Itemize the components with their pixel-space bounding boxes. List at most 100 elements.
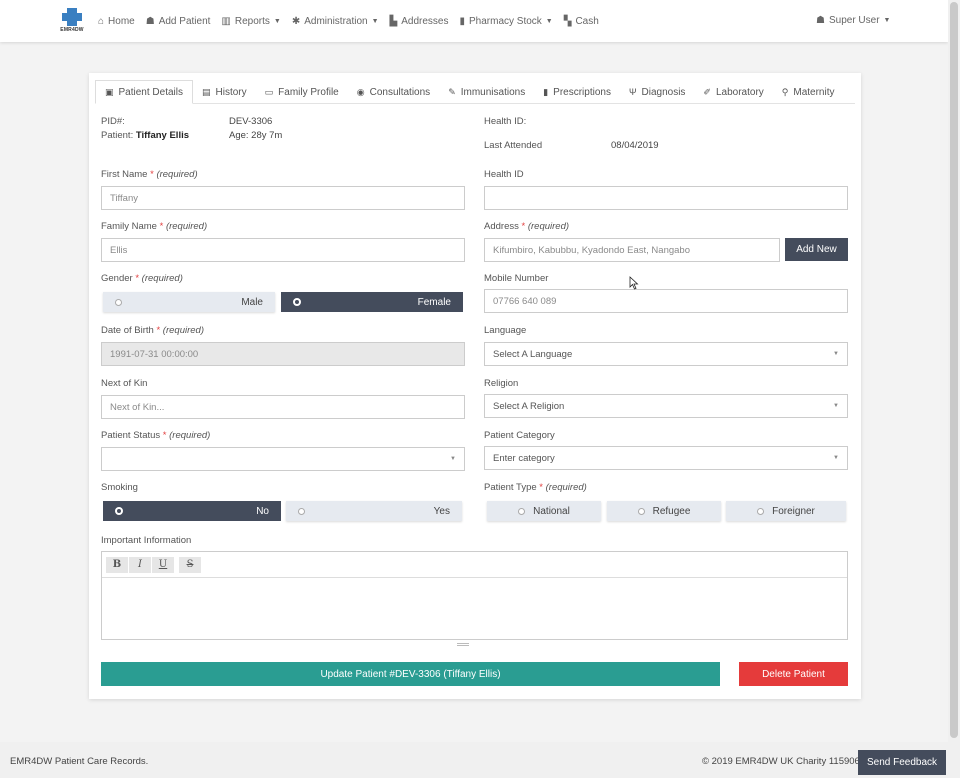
cash-icon: ▚ <box>563 15 572 27</box>
next-of-kin-field[interactable]: Next of Kin... <box>101 395 465 419</box>
patient-card: ▣ Patient Details ▤ History ▭ Family Profile ◉… <box>89 73 861 699</box>
patient-label: Patient: Tiffany Ellis <box>101 130 190 141</box>
religion-select[interactable]: Select A Religion ▼ <box>484 394 848 418</box>
tab-icon: ✐ <box>703 86 711 97</box>
smoking-yes-radio[interactable]: Yes <box>286 501 462 521</box>
tab-label: History <box>215 86 247 98</box>
tab-family-profile[interactable]: ▭ Family Profile <box>256 80 348 104</box>
brand-logo[interactable]: EMR4DW <box>58 8 86 34</box>
tab-diagnosis[interactable]: Ψ Diagnosis <box>620 80 694 104</box>
family-name-label: Family Name * (required) <box>101 221 208 232</box>
user-name: Super User <box>828 15 880 26</box>
tab-icon: ▭ <box>264 86 274 97</box>
nav-item-label: Pharmacy Stock <box>468 15 542 27</box>
address-label: Address * (required) <box>484 221 570 232</box>
footer-copyright: © 2019 EMR4DW UK Charity 1159060 <box>702 756 866 767</box>
gender-male-radio[interactable]: Male <box>103 292 275 312</box>
update-patient-button[interactable]: Update Patient #DEV-3306 (Tiffany Ellis) <box>101 662 720 686</box>
first-name-label: First Name * (required) <box>101 169 198 180</box>
delete-patient-button[interactable]: Delete Patient <box>739 662 848 686</box>
nav-menu: ⌂ Home ☗ Add Patient ▥ Reports ▼ ✱ Administratio… <box>98 0 610 42</box>
resize-handle[interactable] <box>457 643 469 646</box>
mouse-cursor-icon <box>629 276 639 290</box>
scrollbar-thumb[interactable] <box>950 2 958 738</box>
user-menu[interactable]: ☗ Super User ▼ <box>816 15 890 26</box>
tab-label: Family Profile <box>278 86 339 98</box>
important-info-editor[interactable]: B I U S <box>101 551 848 640</box>
pid-value: DEV-3306 <box>229 116 273 127</box>
chevron-down-icon: ▼ <box>833 351 839 357</box>
tab-immunisations[interactable]: ✎ Immunisations <box>439 80 534 104</box>
nav-item-addresses[interactable]: ▙ Addresses <box>390 16 449 27</box>
nav-item-reports[interactable]: ▥ Reports ▼ <box>221 16 280 27</box>
nav-item-label: Cash <box>575 15 599 27</box>
tab-consultations[interactable]: ◉ Consultations <box>348 80 439 104</box>
patient-age: Age: 28y 7m <box>229 130 283 141</box>
page-scrollbar[interactable] <box>948 0 960 778</box>
family-name-field[interactable]: Ellis <box>101 238 465 262</box>
chevron-down-icon: ▼ <box>273 17 281 25</box>
bold-button[interactable]: B <box>106 556 128 573</box>
dob-field[interactable]: 1991-07-31 00:00:00 <box>101 342 465 366</box>
smoking-no-radio[interactable]: No <box>103 501 281 521</box>
health-id-field[interactable] <box>484 186 848 210</box>
patient-name: Tiffany Ellis <box>135 130 190 141</box>
mobile-label: Mobile Number <box>484 273 549 284</box>
add-address-button[interactable]: Add New <box>785 238 848 261</box>
tab-label: Diagnosis <box>641 86 686 98</box>
patient-type-national-radio[interactable]: National <box>487 501 601 521</box>
patient-category-select[interactable]: Enter category ▼ <box>484 446 848 470</box>
patient-status-select[interactable]: ▼ <box>101 447 465 471</box>
language-select[interactable]: Select A Language ▼ <box>484 342 848 366</box>
nav-item-cash[interactable]: ▚ Cash <box>564 16 599 27</box>
tab-history[interactable]: ▤ History <box>193 80 256 104</box>
tab-icon: ▤ <box>202 86 211 97</box>
patient-type-foreigner-radio[interactable]: Foreigner <box>726 501 846 521</box>
home-icon: ⌂ <box>98 15 105 27</box>
smoking-label: Smoking <box>101 482 138 493</box>
first-name-field[interactable]: Tiffany <box>101 186 465 210</box>
patient-status-label: Patient Status * (required) <box>101 430 211 441</box>
nav-item-pharmacy-stock[interactable]: ▮ Pharmacy Stock ▼ <box>459 16 552 27</box>
tab-icon: ✎ <box>448 86 456 97</box>
user-icon: ☗ <box>816 15 825 26</box>
nav-item-label: Reports <box>234 15 270 27</box>
strikethrough-button[interactable]: S <box>179 556 201 573</box>
last-attended-label: Last Attended <box>484 140 543 151</box>
map-icon: ▙ <box>389 15 398 27</box>
gear-icon: ✱ <box>291 15 301 27</box>
religion-label: Religion <box>484 378 519 389</box>
tab-label: Prescriptions <box>553 86 611 98</box>
tab-prescriptions[interactable]: ▮ Prescriptions <box>534 80 620 104</box>
chevron-down-icon: ▼ <box>450 456 456 462</box>
chevron-down-icon: ▼ <box>833 403 839 409</box>
patient-type-refugee-radio[interactable]: Refugee <box>607 501 721 521</box>
nav-item-administration[interactable]: ✱ Administration ▼ <box>292 16 379 27</box>
italic-button[interactable]: I <box>129 556 151 573</box>
underline-button[interactable]: U <box>152 556 174 573</box>
tab-icon: ◉ <box>356 86 365 97</box>
footer-left-text: EMR4DW Patient Care Records. <box>10 756 149 767</box>
chart-icon: ▥ <box>221 15 231 27</box>
next-of-kin-label: Next of Kin <box>101 378 148 389</box>
tab-label: Maternity <box>793 86 835 98</box>
tab-icon: ▮ <box>543 86 549 97</box>
chevron-down-icon: ▼ <box>371 17 379 25</box>
address-field[interactable]: Kifumbiro, Kabubbu, Kyadondo East, Nanga… <box>484 238 780 262</box>
nav-item-home[interactable]: ⌂ Home <box>98 16 135 27</box>
nav-item-label: Home <box>108 15 135 27</box>
tab-label: Consultations <box>369 86 431 98</box>
tab-label: Patient Details <box>118 86 183 98</box>
tab-maternity[interactable]: ⚲ Maternity <box>773 80 844 104</box>
send-feedback-button[interactable]: Send Feedback <box>858 750 946 775</box>
tab-icon: ▣ <box>105 86 114 97</box>
nav-item-add-patient[interactable]: ☗ Add Patient <box>146 16 211 27</box>
mobile-field[interactable]: 07766 640 089 <box>484 289 848 313</box>
last-attended-value: 08/04/2019 <box>611 140 659 151</box>
health-id-label: Health ID <box>484 169 524 180</box>
tab-patient-details[interactable]: ▣ Patient Details <box>95 80 193 104</box>
patient-category-label: Patient Category <box>484 430 555 441</box>
gender-female-radio[interactable]: Female <box>281 292 463 312</box>
nav-item-label: Add Patient <box>158 15 211 27</box>
tab-laboratory[interactable]: ✐ Laboratory <box>694 80 772 104</box>
